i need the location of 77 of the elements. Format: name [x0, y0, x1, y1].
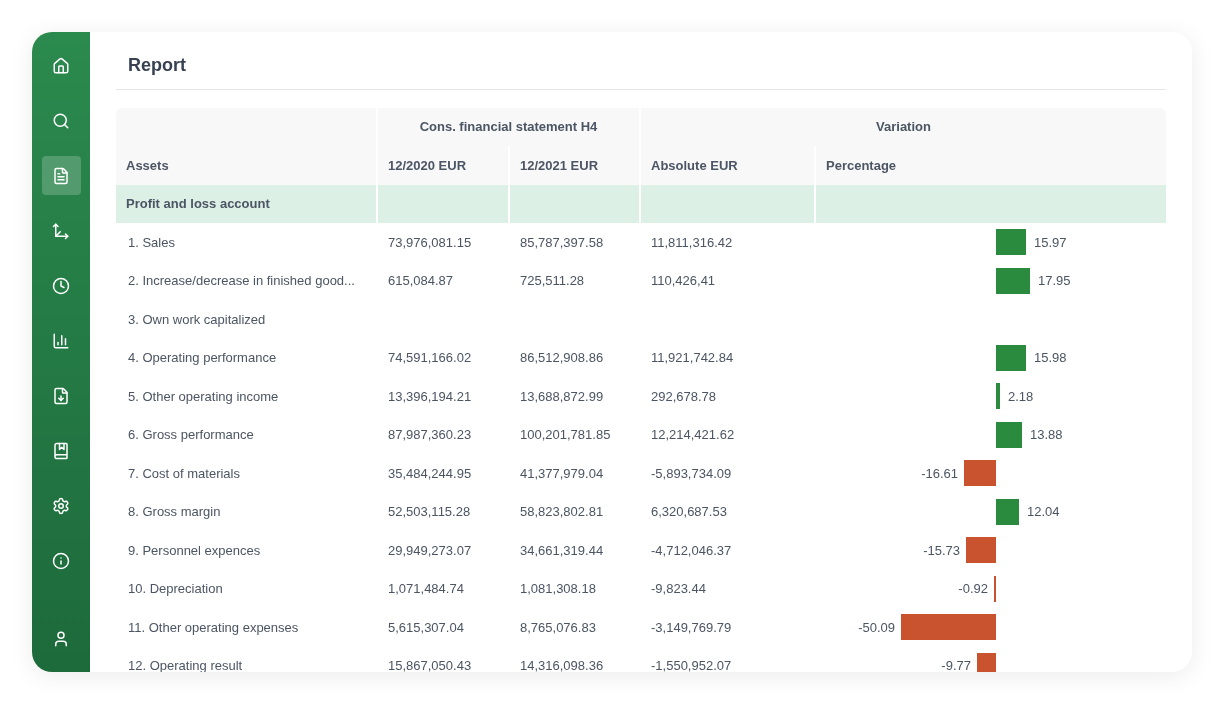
table-cell-text: 41,377,979.04	[520, 464, 604, 483]
user-icon	[52, 629, 70, 648]
percentage-value: 17.95	[1038, 272, 1071, 290]
table-cell-text: 15,867,050.43	[388, 657, 472, 672]
table-cell-text: 58,823,802.81	[520, 503, 604, 521]
table-cell-text: 85,787,397.58	[520, 233, 604, 252]
table-cell-text: 8,765,076.83	[520, 618, 596, 637]
search-icon	[52, 111, 70, 130]
settings-icon	[52, 496, 70, 515]
percentage-value: -16.61	[921, 464, 958, 483]
page-title: Report	[128, 55, 186, 75]
table-cell-text: 1,071,484.74	[388, 580, 464, 598]
table-cell-text: 34,661,319.44	[520, 541, 604, 560]
info-icon	[52, 551, 70, 570]
table-cell-text: 6,320,687.53	[651, 503, 727, 521]
table-cell-text: 35,484,244.95	[388, 464, 472, 483]
table-cell-text: -3,149,769.79	[651, 618, 732, 637]
document-icon	[52, 166, 70, 185]
table-cell-text: -1,550,952.07	[651, 657, 732, 672]
table-cell-text: -5,893,734.09	[651, 464, 732, 483]
percentage-value: 13.88	[1030, 426, 1063, 444]
table-cell-text: 13,396,194.21	[388, 387, 472, 406]
table-cell-text: 11,811,316.42	[651, 233, 733, 252]
clock-icon	[52, 276, 70, 295]
table-cell-text: 73,976,081.15	[388, 233, 472, 252]
table-cell-text: 10. Depreciation	[128, 580, 223, 598]
column-header: Assets	[126, 156, 169, 175]
bookmark-book-icon	[52, 441, 70, 460]
percentage-value: -9.77	[941, 657, 971, 672]
table-cell-text: 11. Other operating expenses	[128, 618, 299, 637]
table-cell-text: 292,678.78	[651, 387, 717, 406]
percentage-value: 12.04	[1027, 503, 1060, 521]
bar-chart-icon	[52, 331, 70, 350]
table-cell-text: 52,503,115.28	[388, 503, 471, 521]
table-cell-text: 5. Other operating income	[128, 387, 279, 406]
percentage-value: 2.18	[1008, 387, 1034, 406]
home-icon	[52, 56, 70, 75]
table-cell-text: 615,084.87	[388, 272, 454, 290]
table-cell-text: 9. Personnel expences	[128, 541, 261, 560]
percentage-value: -50.09	[858, 618, 895, 637]
table-cell-text: 100,201,781.85	[520, 426, 611, 444]
table-cell-text: 74,591,166.02	[388, 349, 472, 367]
percentage-value: 15.98	[1034, 349, 1067, 367]
column-header: Absolute EUR	[651, 156, 738, 175]
axes-icon	[52, 221, 70, 240]
table-cell-text: 1,081,308.18	[520, 580, 596, 598]
column-header: 12/2020 EUR	[388, 156, 467, 175]
table-cell-text: 7. Cost of materials	[128, 464, 240, 483]
table-cell-text: 12. Operating result	[128, 657, 243, 672]
column-header: Percentage	[826, 156, 897, 175]
sidebar-item[interactable]	[41, 156, 81, 195]
table-cell-text: 2. Increase/decrease in finished good...	[128, 272, 355, 290]
table-cell-text: 5,615,307.04	[388, 618, 464, 637]
percentage-value: -15.73	[923, 541, 960, 560]
section-header: Profit and loss account	[126, 195, 270, 214]
percentage-value: -0.92	[958, 580, 988, 598]
table-cell-text: -9,823.44	[651, 580, 706, 598]
file-download-icon	[52, 386, 70, 405]
table-cell-text: 4. Operating performance	[128, 349, 277, 367]
table-cell-text: 12,214,421.62	[651, 426, 735, 444]
table-cell-text: 13,688,872.99	[520, 387, 604, 406]
column-group-header: Variation	[876, 118, 931, 137]
table-cell-text: 87,987,360.23	[388, 426, 472, 444]
table-cell-text: 8. Gross margin	[128, 503, 221, 521]
table-cell-text: 11,921,742.84	[651, 349, 734, 367]
column-group-header: Cons. financial statement H4	[419, 118, 598, 137]
table-cell-text: 1. Sales	[128, 233, 175, 252]
table-cell-text: 6. Gross performance	[128, 426, 254, 444]
table-cell-text: 110,426,41	[651, 272, 716, 290]
table-cell-text: 3. Own work capitalized	[128, 310, 266, 329]
column-header: 12/2021 EUR	[520, 156, 599, 175]
percentage-value: 15.97	[1034, 233, 1067, 252]
table-cell-text: 725,511.28	[520, 272, 585, 290]
table-cell-text: 14,316,098.36	[520, 657, 604, 672]
table-cell-text: 86,512,908.86	[520, 349, 604, 367]
table-cell-text: -4,712,046.37	[651, 541, 732, 560]
table-cell-text: 29,949,273.07	[388, 541, 472, 560]
